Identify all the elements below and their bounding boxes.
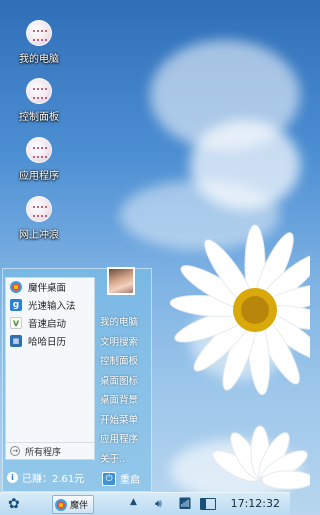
desktop-icon-label: 网上冲浪 — [19, 230, 59, 241]
tray-expand-icon[interactable]: ▲ — [130, 497, 137, 507]
right-item-my-computer[interactable]: 我的电脑 — [100, 313, 150, 333]
mobanzhuomian-icon — [10, 281, 22, 293]
my-computer-icon — [26, 20, 52, 46]
menu-item-label: 哈哈日历 — [28, 337, 67, 348]
desktop-icon-my-computer[interactable]: 我的电脑 — [8, 20, 70, 65]
right-item-applications[interactable]: 应用程序 — [100, 430, 150, 450]
start-menu-right-pane: 我的电脑 文明搜索 控制面板 桌面图标 桌面背景 开始菜单 应用程序 关于.. — [100, 313, 150, 469]
start-button[interactable]: ✿ — [8, 496, 24, 512]
desktop-icon-label: 控制面板 — [19, 112, 59, 123]
applications-icon — [26, 137, 52, 163]
desktop-icon-control-panel[interactable]: 控制面板 — [8, 78, 70, 123]
battery-icon[interactable] — [200, 498, 216, 510]
clock[interactable]: 17:12:32 — [231, 497, 280, 510]
taskbar-item-moban[interactable]: 魔伴 — [52, 495, 94, 514]
right-item-control-panel[interactable]: 控制面板 — [100, 352, 150, 372]
earnings-label: 已赚：2.61元 — [22, 474, 85, 485]
desktop-icon-applications[interactable]: 应用程序 — [8, 137, 70, 182]
arrow-right-icon: → — [10, 446, 20, 456]
all-programs-label: 所有程序 — [25, 447, 62, 458]
right-item-about[interactable]: 关于.. — [100, 450, 150, 470]
right-item-wallpaper[interactable]: 桌面背景 — [100, 391, 150, 411]
start-menu-pinned-pane: 魔伴桌面 g 光速输入法 v 音速启动 ▦ 哈哈日历 → 所有程序 — [5, 277, 95, 460]
all-programs-button[interactable]: → 所有程序 — [6, 442, 94, 459]
launcher-icon: v — [10, 317, 22, 329]
right-item-start-menu[interactable]: 开始菜单 — [100, 411, 150, 431]
volume-icon[interactable]: 🔊︎ — [155, 497, 162, 511]
restart-button[interactable]: ⏻ 重启 — [102, 471, 140, 486]
avatar[interactable] — [107, 267, 135, 295]
wifi-icon[interactable]: 📶︎ — [178, 497, 192, 510]
right-item-desktop-icons[interactable]: 桌面图标 — [100, 372, 150, 392]
moban-app-icon — [55, 498, 67, 511]
calendar-icon: ▦ — [10, 335, 22, 347]
info-icon: i — [7, 472, 18, 483]
internet-icon — [26, 196, 52, 222]
desktop-icon-internet[interactable]: 网上冲浪 — [8, 196, 70, 241]
menu-item-label: 魔伴桌面 — [28, 283, 67, 294]
start-menu: 魔伴桌面 g 光速输入法 v 音速启动 ▦ 哈哈日历 → 所有程序 我的电脑 文… — [2, 267, 152, 492]
earnings-status: i 已赚：2.61元 — [7, 470, 84, 485]
menu-item-label: 光速输入法 — [28, 301, 76, 312]
power-icon: ⏻ — [102, 471, 116, 486]
menu-item-label: 音速启动 — [28, 319, 67, 330]
menu-item-mobanzhuomian[interactable]: 魔伴桌面 — [6, 278, 94, 296]
menu-item-launcher[interactable]: v 音速启动 — [6, 314, 94, 332]
taskbar: ✿ 魔伴 ▲ 🔊︎ 📶︎ 17:12:32 — [0, 492, 290, 515]
restart-label: 重启 — [120, 475, 140, 486]
wallpaper-daisy — [169, 224, 310, 490]
desktop-icon-label: 应用程序 — [19, 171, 59, 182]
input-method-icon: g — [10, 299, 22, 311]
right-item-search[interactable]: 文明搜索 — [100, 333, 150, 353]
menu-item-input-method[interactable]: g 光速输入法 — [6, 296, 94, 314]
desktop-icon-label: 我的电脑 — [19, 54, 59, 65]
control-panel-icon — [26, 78, 52, 104]
menu-item-calendar[interactable]: ▦ 哈哈日历 — [6, 332, 94, 350]
taskbar-item-label: 魔伴 — [70, 501, 89, 511]
